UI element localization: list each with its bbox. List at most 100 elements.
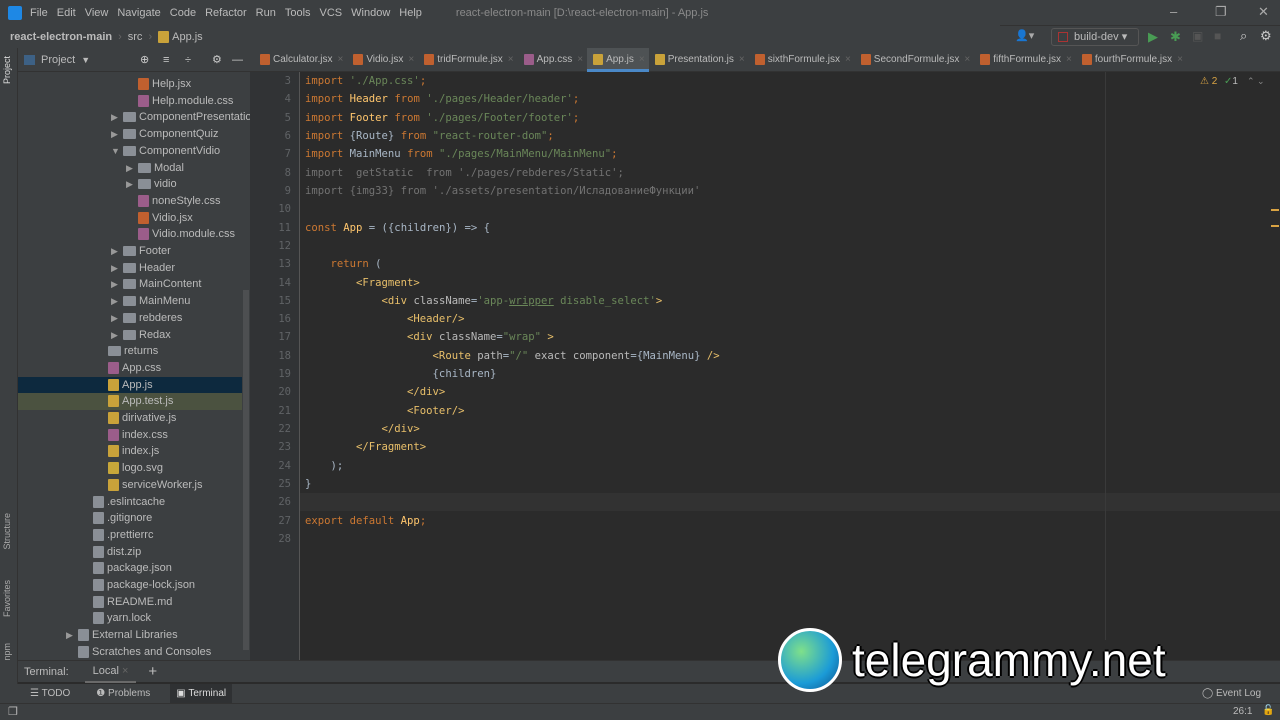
chevron-right-icon[interactable]: ▶ — [111, 310, 118, 327]
tab-app-js[interactable]: App.js × — [587, 48, 649, 72]
tree-item[interactable]: index.css — [18, 427, 242, 444]
tree-item[interactable]: dist.zip — [18, 544, 242, 561]
menu-tools[interactable]: Tools — [285, 7, 311, 19]
tab-sixthformule-jsx[interactable]: sixthFormule.jsx × — [749, 48, 855, 72]
code-line[interactable]: <Footer/> — [305, 402, 464, 420]
code-line[interactable]: import {img33} from './assets/presentati… — [305, 182, 700, 200]
run-config-select[interactable]: build-dev ▾ — [1051, 28, 1139, 46]
coverage-icon[interactable]: ▣ — [1192, 29, 1203, 43]
chevron-right-icon[interactable]: ▶ — [111, 293, 118, 310]
stripe-structure[interactable]: Structure — [2, 513, 12, 550]
stripe-project[interactable]: Project — [2, 56, 12, 84]
tree-item[interactable]: yarn.lock — [18, 610, 242, 627]
tree-item[interactable]: ▶ rebderes — [18, 310, 242, 327]
project-view-select[interactable]: Project — [41, 54, 75, 66]
code-line[interactable]: return ( — [305, 255, 382, 273]
menu-view[interactable]: View — [85, 7, 109, 19]
tab-app-css[interactable]: App.css × — [518, 48, 587, 72]
tab-vidio-jsx[interactable]: Vidio.jsx × — [347, 48, 418, 72]
code-line[interactable]: <div className="wrap" > — [305, 328, 554, 346]
tree-item[interactable]: Vidio.jsx — [18, 210, 242, 227]
terminal-tool-button[interactable]: ▣ Terminal — [170, 684, 233, 703]
code-line[interactable]: import './App.css'; — [305, 72, 426, 90]
tree-item[interactable]: ▶ Footer — [18, 243, 242, 260]
code-line[interactable]: </div> — [305, 383, 445, 401]
error-stripe-mark[interactable] — [1271, 225, 1279, 227]
tab-fourthformule-jsx[interactable]: fourthFormule.jsx × — [1076, 48, 1187, 72]
tree-item[interactable]: Vidio.module.css — [18, 226, 242, 243]
close-tab-icon[interactable]: × — [408, 54, 414, 65]
chevron-right-icon[interactable]: ▶ — [111, 243, 118, 260]
tree-item[interactable]: App.test.js — [18, 393, 242, 411]
close-tab-icon[interactable]: × — [739, 54, 745, 65]
tree-item[interactable]: noneStyle.css — [18, 193, 242, 210]
menu-file[interactable]: File — [30, 7, 48, 19]
tree-item[interactable]: .eslintcache — [18, 494, 242, 511]
breadcrumb-src[interactable]: src — [128, 31, 143, 43]
close-tab-icon[interactable]: × — [1066, 54, 1072, 65]
breadcrumb-project[interactable]: react-electron-main — [10, 31, 112, 43]
tree-item[interactable]: .gitignore — [18, 510, 242, 527]
vcs-user-icon[interactable]: 👤▾ — [1015, 29, 1034, 42]
tree-item[interactable]: dirivative.js — [18, 410, 242, 427]
tree-item[interactable]: package-lock.json — [18, 577, 242, 594]
tree-item[interactable]: ▶ External Libraries — [18, 627, 242, 644]
tree-item[interactable]: ▶ Header — [18, 260, 242, 277]
tree-item[interactable]: ▶ MainContent — [18, 276, 242, 293]
breadcrumb-file[interactable]: App.js — [172, 31, 203, 43]
stop-icon[interactable]: ■ — [1214, 29, 1221, 43]
code-line[interactable]: </Fragment> — [305, 438, 426, 456]
chevron-right-icon[interactable]: ▶ — [66, 627, 73, 644]
lock-icon[interactable]: 🔓 — [1262, 705, 1274, 716]
tree-item[interactable]: Help.jsx — [18, 76, 242, 93]
close-tab-icon[interactable]: × — [964, 54, 970, 65]
chevron-down-icon[interactable]: ▼ — [111, 143, 120, 160]
menu-help[interactable]: Help — [399, 7, 422, 19]
chevron-right-icon[interactable]: ▶ — [111, 109, 118, 126]
tree-item[interactable]: App.css — [18, 360, 242, 377]
tree-item[interactable]: ▶ Redax — [18, 327, 242, 344]
tree-item[interactable]: package.json — [18, 560, 242, 577]
settings-gear-icon[interactable]: ⚙ — [1260, 28, 1272, 44]
tab-secondformule-jsx[interactable]: SecondFormule.jsx × — [855, 48, 974, 72]
tree-item[interactable]: index.js — [18, 443, 242, 460]
close-tab-icon[interactable]: × — [639, 54, 645, 65]
project-scrollbar[interactable] — [243, 290, 249, 650]
tree-item[interactable]: serviceWorker.js — [18, 477, 242, 494]
ok-check-icon[interactable]: ✓1 — [1224, 76, 1238, 87]
code-line[interactable]: const App = ({children}) => { — [305, 219, 490, 237]
code-line[interactable]: <div className='app-wripper disable_sele… — [305, 292, 663, 310]
close-tab-icon[interactable]: × — [337, 54, 343, 65]
tree-item[interactable]: App.js — [18, 376, 242, 394]
tree-item[interactable]: logo.svg — [18, 460, 242, 477]
code-line[interactable]: ); — [305, 457, 344, 475]
menu-vcs[interactable]: VCS — [320, 7, 343, 19]
code-line[interactable]: <Fragment> — [305, 274, 420, 292]
chevron-right-icon[interactable]: ▶ — [111, 260, 118, 277]
code-line[interactable]: import getStatic from './pages/rebderes/… — [305, 164, 624, 182]
tree-item[interactable]: returns — [18, 343, 242, 360]
code-line[interactable]: import Header from './pages/Header/heade… — [305, 90, 579, 108]
expand-all-icon[interactable]: ≡ — [163, 54, 169, 66]
code-line[interactable]: {children} — [305, 365, 497, 383]
code-line[interactable]: </div> — [305, 420, 420, 438]
tree-item[interactable]: ▼ ComponentVidio — [18, 143, 242, 160]
close-tab-icon[interactable]: × — [845, 54, 851, 65]
chevron-right-icon[interactable]: ▶ — [111, 327, 118, 344]
locate-icon[interactable]: ⊕ — [140, 53, 149, 66]
code-line[interactable]: import Footer from './pages/Footer/foote… — [305, 109, 579, 127]
search-icon[interactable]: ⌕ — [1240, 28, 1247, 44]
gear-icon[interactable]: ⚙ — [212, 53, 222, 66]
close-tab-icon[interactable]: × — [508, 54, 514, 65]
chevron-right-icon[interactable]: ▶ — [126, 176, 133, 193]
terminal-tab-local[interactable]: Local × — [84, 661, 137, 683]
menu-code[interactable]: Code — [170, 7, 196, 19]
hide-icon[interactable]: — — [232, 54, 243, 66]
caret-position[interactable]: 26:1 — [1233, 706, 1252, 717]
code-line[interactable]: } — [305, 475, 311, 493]
tab-fifthformule-jsx[interactable]: fifthFormule.jsx × — [974, 48, 1076, 72]
problems-tool-button[interactable]: ❶ Problems — [90, 684, 156, 703]
minimize-button[interactable]: – — [1170, 4, 1177, 19]
code-line[interactable]: export default App; — [305, 512, 426, 530]
chevron-right-icon[interactable]: ▶ — [111, 276, 118, 293]
